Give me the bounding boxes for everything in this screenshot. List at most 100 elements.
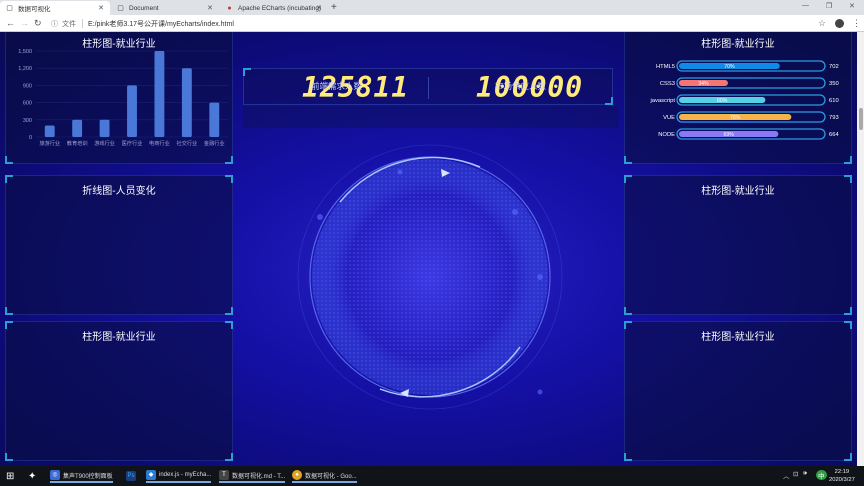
corner-decoration [624,307,632,315]
y-tick-label: 0 [29,135,32,141]
percent-label: 70% [724,64,735,70]
taskbar-item-chrome[interactable]: ● 数据可视化 - Goo... [292,469,357,483]
echarts-logo-icon: ● [227,4,232,12]
corner-decoration [5,307,13,315]
panel-title: 柱形图-就业行业 [82,332,156,343]
y-tick-label: 300 [23,118,32,124]
forward-icon[interactable]: → [20,18,29,28]
corner-decoration [225,156,233,164]
panel-skill-progress: 柱形图-就业行业 HTML5 70% 702 CSS3 34% 350 javascript… [624,32,852,164]
corner-decoration [5,453,13,461]
category-label: CSS3 [660,81,675,87]
y-tick-label: 1,500 [18,49,32,55]
vscode-icon: ◆ [146,470,156,480]
category-label: HTML5 [656,64,675,70]
file-scheme-label: 文件 [62,20,76,28]
reload-icon[interactable]: ↻ [34,18,42,28]
info-icon[interactable]: ⓘ [51,19,58,29]
value-label: 664 [829,132,839,138]
chrome-icon: ● [292,470,302,480]
app-icon: ◎ [50,470,60,480]
taskbar-item-vscode[interactable]: ◆ index.js - myEcha... [146,469,212,483]
vertical-scrollbar[interactable] [857,32,864,466]
clock-date: 2020/3/27 [829,477,855,483]
tab-document[interactable]: ▢ Document ✕ [111,1,219,15]
url-field[interactable]: ⓘ 文件 E:/pink老师3.17号公开课/myEcharts/index.h… [51,17,811,30]
bar [154,51,165,137]
x-tick-label: 社交行业 [176,139,197,147]
taskbar-item-photoshop[interactable]: Ps [126,469,139,483]
tab-title: Document [129,4,159,12]
globe-graphic [297,144,563,410]
bar [99,119,110,137]
x-tick-label: 教育培训 [67,139,88,147]
demand-label: 前端需求人数 [311,82,363,92]
account-avatar-icon[interactable] [835,19,844,28]
divider [428,77,429,99]
panel-title: 折线图-人员变化 [82,186,156,197]
volume-icon[interactable]: 🕪 [803,470,807,478]
taskbar-item-label: index.js - myEcha... [159,472,212,478]
back-icon[interactable]: ← [6,18,15,28]
category-label: NODE [658,132,675,138]
supply-label: 市场供应人数 [495,82,547,92]
corner-decoration [624,453,632,461]
tab-title: Apache ECharts (incubating) [238,4,322,12]
value-label: 702 [829,64,839,70]
kpi-label-strip [243,106,618,128]
x-tick-label: 金融行业 [204,139,225,147]
url-text: E:/pink老师3.17号公开课/myEcharts/index.html [88,20,234,28]
corner-decoration [844,307,852,315]
taskbar-item-label: 数据可视化.md - T... [232,473,286,480]
corner-decoration [243,68,251,76]
bar [209,102,220,137]
tab-data-visualization[interactable]: ▢ 数据可视化 ✕ [0,1,110,15]
bar [127,85,137,137]
system-clock[interactable]: 22:19 2020/3/27 [829,468,855,484]
ime-indicator[interactable]: 中 [816,470,827,480]
network-icon[interactable]: ⊡ [793,470,798,478]
bookmark-star-icon[interactable]: ☆ [818,18,826,29]
x-tick-label: 游戏行业 [94,139,115,147]
close-icon[interactable]: ✕ [207,4,213,12]
value-label: 793 [829,115,839,121]
taskbar-item-typora[interactable]: T 数据可视化.md - T... [219,469,286,483]
y-tick-label: 900 [23,83,32,89]
maximize-icon[interactable]: ❐ [826,2,832,10]
close-icon[interactable]: ✕ [316,4,322,12]
windows-start-icon[interactable]: ⊞ [6,469,14,483]
divider [82,19,83,28]
tray-chevron-icon[interactable]: ︿ [783,470,790,480]
typora-icon: T [219,470,229,480]
percent-label: 34% [698,81,709,87]
address-bar: ← → ↻ ⓘ 文件 E:/pink老师3.17号公开课/myEcharts/i… [0,15,864,32]
search-icon[interactable]: ✦ [28,469,36,483]
bar-chart: 0 300 600 900 1,200 1,500 旅游行业 教育培训 游戏行业 医疗行业 电商行业… [18,49,228,147]
tab-apache-echarts[interactable]: ● Apache ECharts (incubating) ✕ [220,1,328,15]
new-tab-icon[interactable]: + [331,2,337,13]
window-close-icon[interactable]: ✕ [849,2,855,10]
corner-decoration [5,156,13,164]
panel-line-people: 折线图-人员变化 [5,175,233,315]
percent-label: 60% [717,98,728,104]
y-tick-label: 1,200 [18,66,32,72]
minimize-icon[interactable]: — [802,2,809,9]
value-label: 350 [829,81,839,87]
panel-title: 柱形图-就业行业 [701,186,775,197]
taskbar-item-control-panel[interactable]: ◎ 集声T900控制面板 [50,469,113,483]
scrollbar-thumb[interactable] [859,108,863,130]
percent-label: 78% [730,115,741,121]
kpi-box: 125811 100000 [243,68,613,105]
panel-bar-industry-2: 柱形图-就业行业 [5,321,233,461]
category-label: javascript [650,98,676,104]
value-label: 610 [829,98,839,104]
progress-bar-chart: HTML5 70% 702 CSS3 34% 350 javascript 60% 610 VUE… [650,60,839,140]
corner-decoration [225,453,233,461]
x-tick-label: 旅游行业 [39,139,60,147]
close-icon[interactable]: ✕ [98,4,104,12]
tab-title: 数据可视化 [18,6,51,13]
taskbar-item-label: 集声T900控制面板 [63,473,113,480]
menu-kebab-icon[interactable]: ⋮ [852,18,861,29]
panel-bar-industry: 柱形图-就业行业 0 300 600 900 1,200 1,500 旅游行业 教育培训 游戏行… [5,32,233,164]
bar [44,125,55,137]
